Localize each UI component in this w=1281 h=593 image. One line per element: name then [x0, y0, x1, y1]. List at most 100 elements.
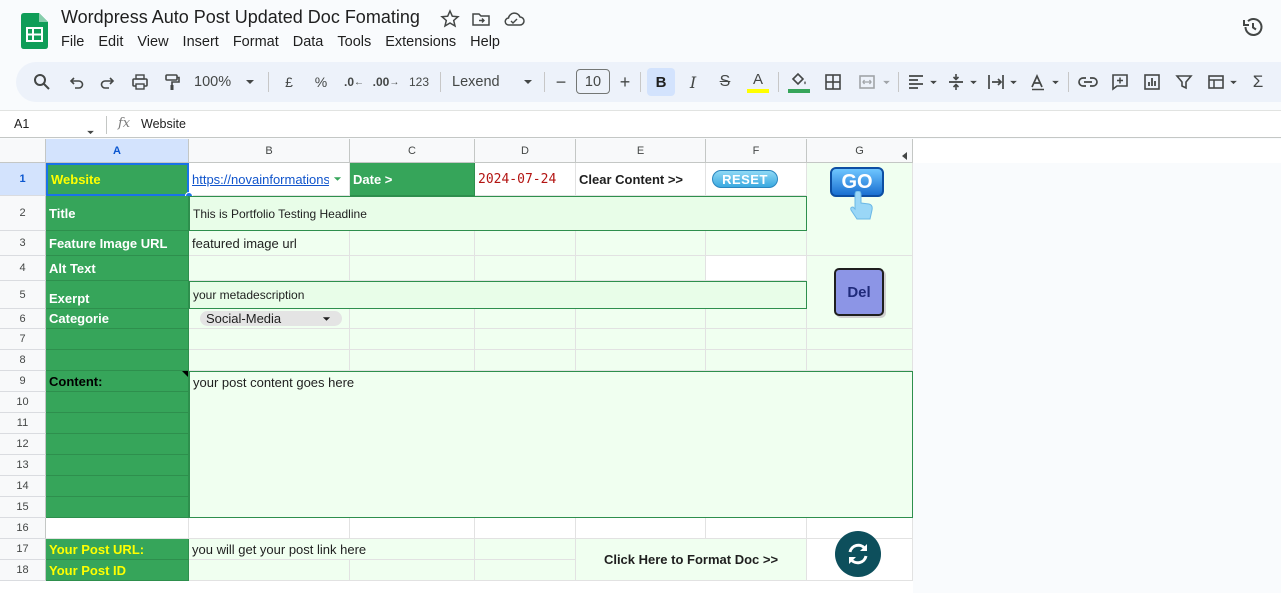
cell-c18[interactable] — [350, 560, 475, 581]
cell-c8[interactable] — [350, 350, 475, 371]
menu-file[interactable]: File — [54, 34, 91, 54]
cell-a11[interactable] — [46, 413, 189, 434]
text-color-button[interactable]: A — [746, 70, 770, 94]
cell-c16[interactable] — [350, 518, 475, 539]
row-header-2[interactable]: 2 — [0, 196, 46, 231]
row-header-12[interactable]: 12 — [0, 434, 46, 455]
cell-f4[interactable] — [706, 256, 807, 281]
cell-d1[interactable]: 2024-07-24 — [475, 163, 576, 196]
cell-a5[interactable]: Exerpt — [46, 281, 189, 309]
cell-d8[interactable] — [475, 350, 576, 371]
cell-b2-merged[interactable]: This is Portfolio Testing Headline — [189, 196, 807, 231]
row-header-1[interactable]: 1 — [0, 163, 46, 196]
category-dropdown-chip[interactable]: Social-Media — [200, 311, 342, 326]
cell-a12[interactable] — [46, 434, 189, 455]
text-wrap-icon[interactable] — [986, 70, 1018, 94]
menu-data[interactable]: Data — [286, 34, 331, 54]
cloud-saved-icon[interactable] — [503, 9, 525, 29]
percent-format-button[interactable]: % — [310, 70, 332, 94]
formula-input[interactable]: Website — [141, 117, 186, 131]
column-header-g[interactable]: G — [807, 139, 913, 163]
cell-c3[interactable] — [350, 231, 475, 256]
cell-c7[interactable] — [350, 329, 475, 350]
zoom-select[interactable]: 100% — [194, 70, 260, 94]
font-size-increase-button[interactable]: + — [616, 70, 634, 94]
cell-e16[interactable] — [576, 518, 706, 539]
cell-a6[interactable]: Categorie — [46, 309, 189, 329]
cell-e4[interactable] — [576, 256, 706, 281]
increase-decimal-button[interactable]: .00 → — [372, 70, 400, 94]
row-header-16[interactable]: 16 — [0, 518, 46, 539]
row-header-7[interactable]: 7 — [0, 329, 46, 350]
cell-d7[interactable] — [475, 329, 576, 350]
insert-link-icon[interactable] — [1076, 70, 1100, 94]
row-header-10[interactable]: 10 — [0, 392, 46, 413]
fill-color-button[interactable] — [787, 70, 811, 94]
cell-d6[interactable] — [475, 309, 576, 329]
name-box[interactable]: A1 — [14, 117, 29, 131]
del-button[interactable]: Del — [834, 268, 884, 316]
row-header-15[interactable]: 15 — [0, 497, 46, 518]
font-select[interactable]: Lexend — [452, 70, 536, 94]
website-url-link[interactable]: https://novainformations — [192, 172, 329, 187]
content-textarea[interactable]: your post content goes here — [189, 371, 913, 518]
merge-cells-icon[interactable] — [854, 70, 894, 94]
row-header-11[interactable]: 11 — [0, 413, 46, 434]
cell-a13[interactable] — [46, 455, 189, 476]
row-header-14[interactable]: 14 — [0, 476, 46, 497]
cell-a8[interactable] — [46, 350, 189, 371]
cell-d16[interactable] — [475, 518, 576, 539]
row-header-17[interactable]: 17 — [0, 539, 46, 560]
cell-f6[interactable] — [706, 309, 807, 329]
menu-insert[interactable]: Insert — [176, 34, 226, 54]
row-header-9[interactable]: 9 — [0, 371, 46, 392]
cell-a9[interactable]: Content: — [46, 371, 189, 392]
cell-e6[interactable] — [576, 309, 706, 329]
cell-a1[interactable]: Website — [46, 163, 189, 196]
cell-a2[interactable]: Title — [46, 196, 189, 231]
cell-c4[interactable] — [350, 256, 475, 281]
reset-button[interactable]: RESET — [712, 170, 778, 188]
cell-b5-merged[interactable]: your metadescription — [189, 281, 807, 309]
column-header-b[interactable]: B — [189, 139, 350, 163]
column-header-a[interactable]: A — [46, 139, 189, 163]
cell-b17[interactable]: you will get your post link here — [189, 539, 475, 560]
menu-format[interactable]: Format — [226, 34, 286, 54]
cell-f3[interactable] — [706, 231, 807, 256]
sheets-logo-icon[interactable] — [21, 13, 48, 49]
cell-b8[interactable] — [189, 350, 350, 371]
go-button[interactable]: GO — [830, 167, 884, 223]
borders-icon[interactable] — [821, 70, 845, 94]
star-icon[interactable] — [440, 9, 460, 29]
cell-d3[interactable] — [475, 231, 576, 256]
number-format-button[interactable]: 123 — [406, 70, 432, 94]
row-header-4[interactable]: 4 — [0, 256, 46, 281]
decrease-decimal-button[interactable]: .0 ← — [342, 70, 366, 94]
insert-comment-icon[interactable] — [1108, 70, 1132, 94]
row-header-3[interactable]: 3 — [0, 231, 46, 256]
strikethrough-button[interactable]: S — [713, 70, 737, 94]
chevron-down-icon[interactable] — [86, 122, 95, 140]
cell-e7[interactable] — [576, 329, 706, 350]
cell-a15[interactable] — [46, 497, 189, 518]
menu-edit[interactable]: Edit — [91, 34, 130, 54]
font-size-input[interactable]: 10 — [576, 69, 610, 94]
menu-help[interactable]: Help — [463, 34, 507, 54]
filter-views-icon[interactable] — [1204, 70, 1240, 94]
cell-a7[interactable] — [46, 329, 189, 350]
menu-extensions[interactable]: Extensions — [378, 34, 463, 54]
functions-button[interactable]: Σ — [1246, 70, 1270, 94]
cell-b18[interactable] — [189, 560, 350, 581]
column-header-d[interactable]: D — [475, 139, 576, 163]
font-size-decrease-button[interactable]: − — [552, 70, 570, 94]
cell-a4[interactable]: Alt Text — [46, 256, 189, 281]
cell-f8[interactable] — [706, 350, 807, 371]
undo-icon[interactable] — [64, 70, 88, 94]
column-header-c[interactable]: C — [350, 139, 475, 163]
cell-a10[interactable] — [46, 392, 189, 413]
row-header-18[interactable]: 18 — [0, 560, 46, 581]
cell-e8[interactable] — [576, 350, 706, 371]
menu-view[interactable]: View — [130, 34, 175, 54]
paint-format-icon[interactable] — [160, 70, 184, 94]
document-title[interactable]: Wordpress Auto Post Updated Doc Fomating — [61, 7, 420, 28]
